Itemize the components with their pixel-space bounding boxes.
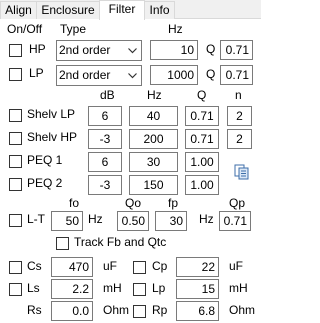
hp-type-select[interactable]: 2nd order bbox=[56, 40, 142, 61]
lp-q-label: Q bbox=[206, 67, 216, 81]
lp-inductor-checkbox[interactable] bbox=[133, 283, 146, 296]
lp-inductor-label: Lp bbox=[152, 281, 166, 295]
qo-header: Qo bbox=[125, 196, 142, 210]
cp-input[interactable]: 22 bbox=[176, 257, 219, 277]
peq1-hz-input[interactable]: 30 bbox=[129, 152, 178, 172]
onoff-header: On/Off bbox=[7, 22, 43, 36]
hp-q-input[interactable]: 0.71 bbox=[220, 40, 253, 60]
lt-qo-input[interactable]: 0.50 bbox=[117, 211, 149, 231]
lp-label: LP bbox=[29, 66, 44, 80]
copy-icon bbox=[234, 164, 249, 180]
lp-checkbox[interactable] bbox=[9, 68, 22, 81]
cp-checkbox[interactable] bbox=[133, 261, 146, 274]
peq1-q-input[interactable]: 1.00 bbox=[185, 152, 219, 172]
peq2-label: PEQ 2 bbox=[27, 176, 63, 190]
peq2-db-input[interactable]: -3 bbox=[88, 175, 122, 195]
cs-label: Cs bbox=[27, 259, 42, 273]
fp-header: fp bbox=[168, 196, 179, 210]
qp-header: Qp bbox=[229, 196, 246, 210]
lt-qp-input[interactable]: 0.71 bbox=[219, 211, 251, 231]
lp-inductor-input[interactable]: 15 bbox=[176, 279, 219, 299]
shelv-hp-db-input[interactable]: -3 bbox=[88, 129, 122, 149]
n-header: n bbox=[235, 88, 242, 102]
shelv-lp-q-input[interactable]: 0.71 bbox=[185, 106, 219, 126]
peq1-db-input[interactable]: 6 bbox=[88, 152, 122, 172]
rs-unit: Ohm bbox=[103, 303, 130, 317]
type-header: Type bbox=[60, 22, 87, 36]
rs-label: Rs bbox=[27, 303, 42, 317]
lp-type-value: 2nd order bbox=[59, 68, 111, 82]
rp-label: Rp bbox=[152, 303, 168, 317]
rp-checkbox[interactable] bbox=[133, 305, 146, 318]
peq2-hz-input[interactable]: 150 bbox=[129, 175, 178, 195]
fo-header: fo bbox=[69, 196, 80, 210]
shelv-hp-q-input[interactable]: 0.71 bbox=[185, 129, 219, 149]
lt-fo-unit: Hz bbox=[88, 212, 103, 226]
hz-header: Hz bbox=[168, 22, 183, 36]
rp-unit: Ohm bbox=[229, 303, 256, 317]
ls-checkbox[interactable] bbox=[9, 283, 22, 296]
db-header: dB bbox=[100, 88, 115, 102]
chevron-down-icon bbox=[128, 73, 137, 79]
track-checkbox[interactable] bbox=[56, 237, 69, 250]
lt-fp-unit: Hz bbox=[199, 212, 214, 226]
copy-button[interactable] bbox=[232, 162, 252, 182]
tab-align[interactable]: Align bbox=[0, 1, 37, 19]
hp-hz-input[interactable]: 10 bbox=[150, 40, 198, 60]
tab-enclosure[interactable]: Enclosure bbox=[36, 1, 100, 19]
shelv-lp-hz-input[interactable]: 40 bbox=[129, 106, 178, 126]
lt-checkbox[interactable] bbox=[9, 214, 22, 227]
hp-q-label: Q bbox=[206, 42, 216, 56]
shelv-hp-checkbox[interactable] bbox=[9, 132, 22, 145]
shelv-lp-label: Shelv LP bbox=[27, 107, 76, 121]
cp-unit: uF bbox=[229, 259, 244, 273]
tab-strip: Align Enclosure Filter Info bbox=[0, 0, 261, 20]
rp-input[interactable]: 6.8 bbox=[176, 301, 219, 321]
cs-unit: uF bbox=[103, 259, 118, 273]
cp-label: Cp bbox=[152, 259, 168, 273]
lp-inductor-unit: mH bbox=[229, 281, 248, 295]
shelv-hp-n-input[interactable]: 2 bbox=[227, 129, 252, 149]
chevron-down-icon bbox=[128, 48, 137, 54]
cs-input[interactable]: 470 bbox=[51, 257, 93, 277]
rs-input[interactable]: 0.0 bbox=[51, 301, 93, 321]
hp-label: HP bbox=[29, 42, 46, 56]
track-label: Track Fb and Qtc bbox=[74, 235, 167, 249]
peq2-q-input[interactable]: 1.00 bbox=[185, 175, 219, 195]
peq1-checkbox[interactable] bbox=[9, 155, 22, 168]
shelv-lp-checkbox[interactable] bbox=[9, 109, 22, 122]
peq-hz-header: Hz bbox=[147, 88, 162, 102]
lp-hz-input[interactable]: 1000 bbox=[150, 65, 198, 85]
shelv-hp-label: Shelv HP bbox=[27, 130, 78, 144]
peq1-label: PEQ 1 bbox=[27, 153, 63, 167]
tab-filter[interactable]: Filter bbox=[99, 0, 145, 20]
peq2-checkbox[interactable] bbox=[9, 178, 22, 191]
ls-label: Ls bbox=[27, 281, 40, 295]
hp-checkbox[interactable] bbox=[9, 44, 22, 57]
lp-type-select[interactable]: 2nd order bbox=[56, 65, 142, 86]
peq-q-header: Q bbox=[197, 88, 207, 102]
ls-unit: mH bbox=[103, 281, 122, 295]
lt-fo-input[interactable]: 50 bbox=[51, 211, 83, 231]
shelv-lp-n-input[interactable]: 2 bbox=[227, 106, 252, 126]
shelv-lp-db-input[interactable]: 6 bbox=[88, 106, 122, 126]
lt-label: L-T bbox=[27, 212, 45, 226]
lt-fp-input[interactable]: 30 bbox=[155, 211, 187, 231]
hp-type-value: 2nd order bbox=[59, 43, 111, 57]
cs-checkbox[interactable] bbox=[9, 261, 22, 274]
shelv-hp-hz-input[interactable]: 200 bbox=[129, 129, 178, 149]
ls-input[interactable]: 2.2 bbox=[51, 279, 93, 299]
lp-q-input[interactable]: 0.71 bbox=[220, 65, 253, 85]
tab-info[interactable]: Info bbox=[144, 1, 175, 19]
